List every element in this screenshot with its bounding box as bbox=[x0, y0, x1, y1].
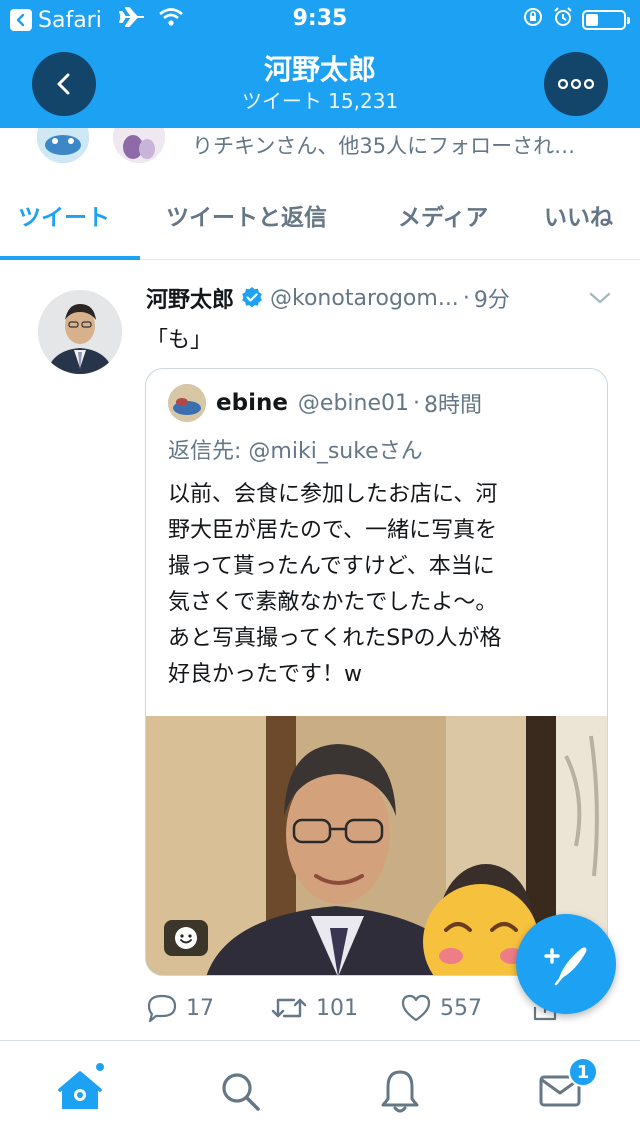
verified-badge-icon bbox=[240, 286, 264, 310]
followed-by-text: りチキンさん、他35人にフォローされ… bbox=[192, 134, 576, 158]
tab-likes[interactable]: いいね bbox=[544, 198, 613, 232]
compose-tweet-button[interactable] bbox=[516, 914, 616, 1014]
author-avatar[interactable] bbox=[38, 290, 122, 374]
reply-to-mention: @miki_sukeさん bbox=[248, 439, 423, 464]
quoted-author-handle: @ebine01 bbox=[297, 390, 410, 416]
battery-icon bbox=[582, 10, 630, 30]
followers-you-know[interactable]: りチキンさん、他35人にフォローされ… bbox=[0, 128, 640, 170]
meta-separator: · bbox=[462, 285, 470, 311]
quoted-timestamp: 8時間 bbox=[424, 393, 483, 418]
bell-icon bbox=[381, 1070, 419, 1113]
author-handle[interactable]: @konotarogom... bbox=[270, 286, 459, 311]
home-icon bbox=[58, 1071, 102, 1109]
like-button[interactable]: 557 bbox=[400, 993, 482, 1023]
profile-header: 河野太郎 ツイート 15,231 bbox=[0, 40, 640, 128]
reply-icon bbox=[147, 994, 177, 1023]
follower-avatar bbox=[34, 128, 92, 166]
search-tab[interactable] bbox=[210, 1061, 270, 1121]
quoted-tweet-header: ebine @ebine01 · 8時間 bbox=[168, 383, 482, 423]
quoted-author-avatar bbox=[168, 384, 206, 422]
more-dots-icon bbox=[558, 79, 594, 89]
home-tab[interactable] bbox=[50, 1061, 110, 1121]
tweet-menu-button[interactable] bbox=[588, 290, 612, 310]
quoted-tweet[interactable]: ebine @ebine01 · 8時間 返信先: @miki_sukeさん 以… bbox=[145, 368, 608, 976]
bottom-tab-bar: 1 bbox=[0, 1040, 640, 1136]
reply-to-line: 返信先: @miki_sukeさん bbox=[168, 433, 423, 465]
tweet-timestamp: 9分 bbox=[473, 288, 510, 313]
heart-icon bbox=[401, 994, 431, 1022]
reply-count: 17 bbox=[186, 995, 214, 1021]
quoted-meta-separator: · bbox=[413, 390, 421, 416]
quoted-text-line: 以前、会食に参加したお店に、河 bbox=[168, 482, 498, 507]
messages-tab[interactable]: 1 bbox=[530, 1057, 598, 1121]
quoted-text-line: 好良かったです！w bbox=[168, 662, 362, 687]
tab-tweets[interactable]: ツイート bbox=[18, 198, 110, 232]
quoted-text-line: あと写真撮ってくれたSPの人が格 bbox=[168, 626, 502, 651]
reply-to-prefix: 返信先: bbox=[168, 439, 242, 464]
profile-tabs: ツイート ツイートと返信 メディア いいね bbox=[0, 170, 640, 260]
rotation-lock-icon bbox=[522, 6, 544, 34]
alarm-icon bbox=[552, 6, 574, 34]
unread-messages-badge: 1 bbox=[568, 1057, 598, 1087]
compose-quill-icon bbox=[544, 947, 587, 986]
tab-tweets-and-replies[interactable]: ツイートと返信 bbox=[166, 198, 327, 232]
quoted-text-line: 撮って貰ったんですけど、本当に bbox=[168, 554, 495, 579]
quoted-author-name: ebine bbox=[216, 390, 288, 416]
retweet-button[interactable]: 101 bbox=[270, 994, 358, 1022]
author-name[interactable]: 河野太郎 bbox=[146, 282, 234, 314]
notifications-tab[interactable] bbox=[370, 1061, 430, 1121]
quoted-text-line: 野大臣が居たので、一緒に写真を bbox=[168, 518, 498, 543]
status-bar: Safari 9:35 bbox=[0, 0, 640, 40]
tab-media[interactable]: メディア bbox=[398, 198, 488, 232]
retweet-count: 101 bbox=[316, 995, 358, 1021]
smiley-icon bbox=[175, 927, 197, 949]
search-icon bbox=[222, 1073, 260, 1111]
chevron-down-icon bbox=[589, 292, 611, 304]
sticker-button[interactable] bbox=[164, 920, 208, 956]
quoted-text-line: 気さくで素敵なかたでしたよ〜。 bbox=[168, 590, 498, 615]
more-options-button[interactable] bbox=[544, 52, 608, 116]
retweet-icon bbox=[271, 998, 307, 1018]
new-content-dot bbox=[94, 1061, 106, 1073]
tweet-header: 河野太郎 @konotarogom... · 9分 bbox=[146, 282, 616, 314]
like-count: 557 bbox=[440, 995, 482, 1021]
follower-avatar bbox=[110, 128, 168, 166]
reply-button[interactable]: 17 bbox=[146, 993, 214, 1023]
quoted-tweet-text: 以前、会食に参加したお店に、河 野大臣が居たので、一緒に写真を 撮って貰ったんで… bbox=[168, 477, 588, 693]
tweet-text: 「も」 bbox=[146, 328, 213, 353]
